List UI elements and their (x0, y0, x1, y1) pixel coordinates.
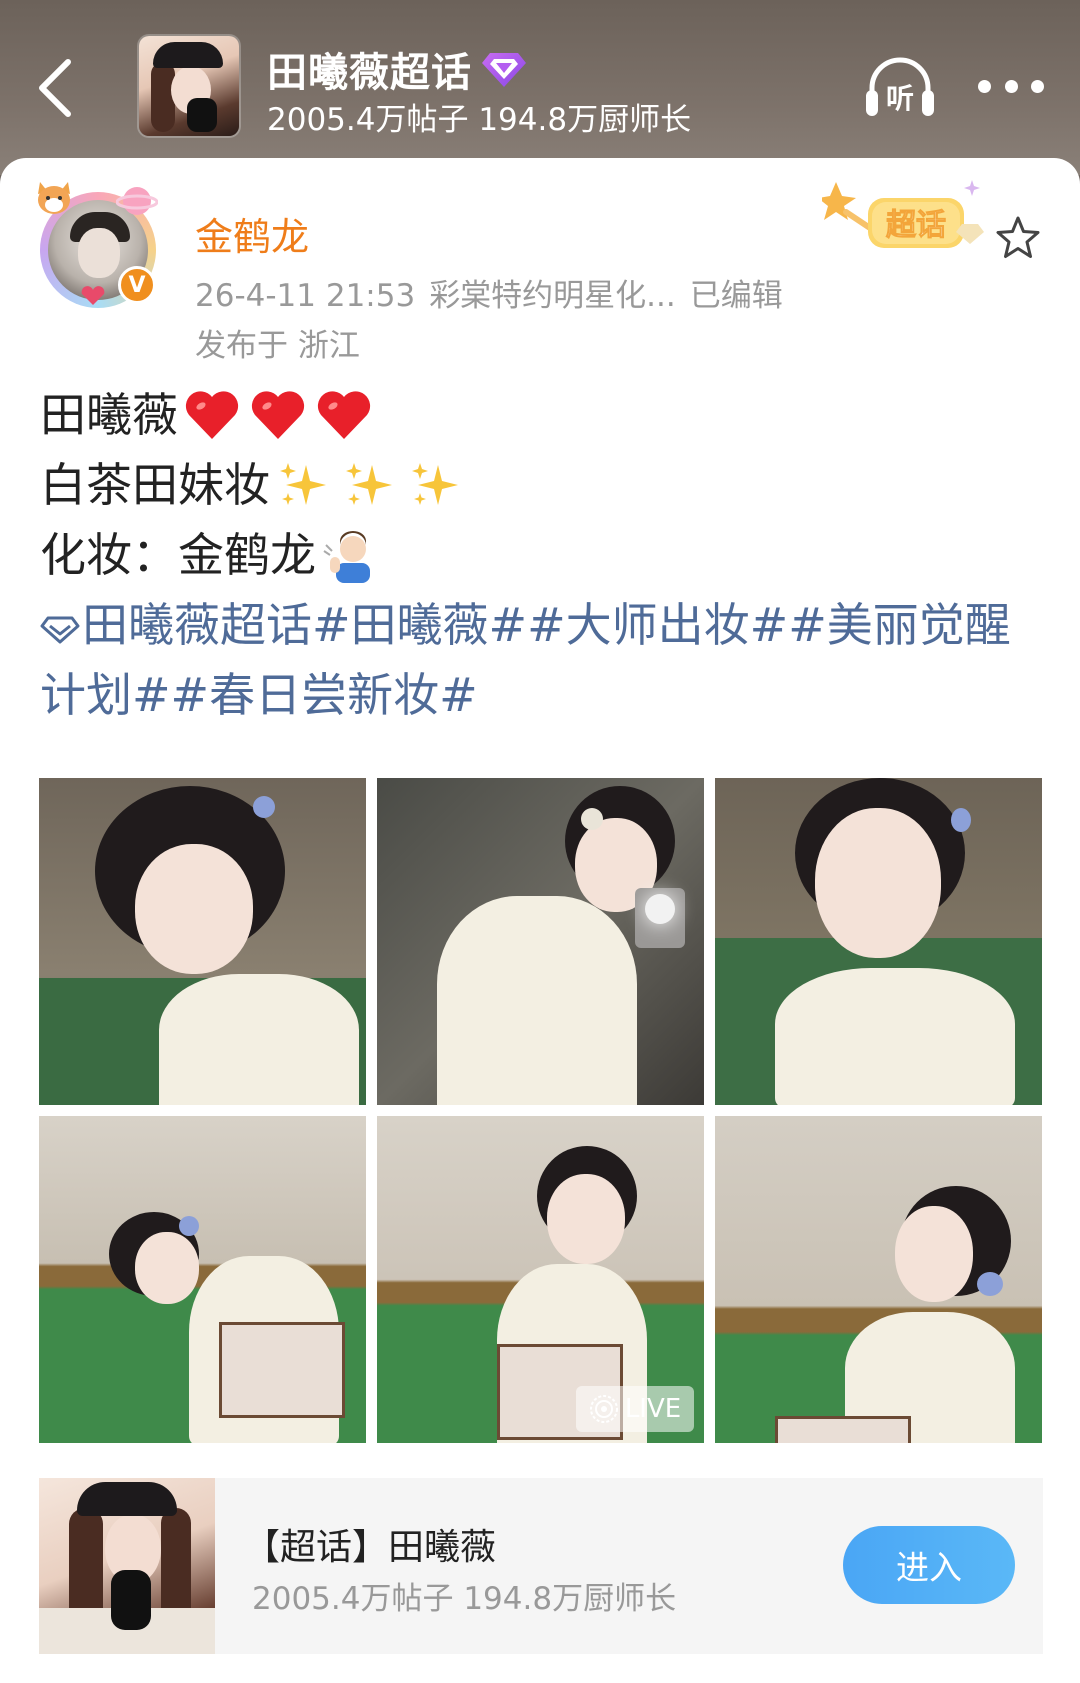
photo-5[interactable]: LIVE (377, 1116, 704, 1443)
supertopic-badge-icon: 超话 (822, 180, 984, 248)
photo-2[interactable] (377, 778, 704, 1105)
diamond-badge-icon (482, 53, 526, 87)
content-text-3: 化妆：金鹤龙 (40, 528, 316, 582)
supertopic-avatar[interactable] (139, 36, 239, 136)
supertopic-card-thumbnail (39, 1478, 215, 1654)
sparkles-emoji (280, 463, 326, 505)
live-photo-badge: LIVE (576, 1386, 694, 1432)
headphones-icon: 听 (866, 57, 934, 116)
more-button[interactable] (978, 66, 1044, 106)
author-avatar[interactable]: V (34, 178, 162, 308)
post-timestamp: 26-4-11 21:53 (195, 278, 416, 314)
post-card: V 金鹤龙 26-4-11 21:53 彩棠特约明星化... 已编辑 发布于 浙江 … (0, 158, 1080, 1683)
chevron-left-icon (39, 59, 71, 117)
dot (1004, 79, 1018, 93)
man-tipping-hand-emoji (323, 531, 370, 583)
red-heart-emoji (317, 391, 371, 439)
content-text-2: 白茶田妹妆 (40, 458, 270, 512)
author-name[interactable]: 金鹤龙 (195, 206, 309, 261)
heart-decoration-icon (81, 286, 105, 305)
supertopic-card-title: 【超话】田曦薇 (244, 1527, 497, 1568)
dot (978, 79, 991, 93)
sparkles-emoji (412, 463, 458, 505)
red-heart-emoji (251, 391, 305, 439)
live-label: LIVE (624, 1394, 682, 1424)
content-text-1: 田曦薇 (40, 388, 178, 442)
sparkles-row (276, 459, 474, 511)
topic-links: 田曦薇超话#田曦薇##大师出妆##美丽觉醒计划##春日尝新妆# (40, 590, 1040, 730)
photo-4[interactable] (39, 1116, 366, 1443)
content-line-3: 化妆：金鹤龙 (40, 520, 1040, 590)
supertopic-badge-label: 超话 (886, 208, 946, 243)
post-meta: 26-4-11 21:53 彩棠特约明星化... 已编辑 (195, 270, 783, 315)
sparkles-emoji (346, 463, 392, 505)
hearts-row (184, 389, 382, 441)
topic-link-supertopic[interactable]: 田曦薇超话 (82, 598, 312, 652)
topic-link-tianxiwei[interactable]: #田曦薇# (312, 598, 527, 652)
content-line-1: 田曦薇 (40, 380, 1040, 450)
topic-link-spring-makeup[interactable]: #春日尝新妆# (171, 668, 478, 722)
post-content: 田曦薇 白茶田妹妆 化妆：金鹤龙 田曦薇超话#田曦薇##大师出妆##美丽觉醒计划… (40, 380, 1040, 730)
star-outline-icon[interactable] (994, 214, 1042, 262)
content-line-2: 白茶田妹妆 (40, 450, 1040, 520)
dot (1031, 79, 1044, 93)
supertopic-card[interactable]: 【超话】田曦薇 2005.4万帖子 194.8万厨师长 进入 (39, 1478, 1043, 1654)
edited-label[interactable]: 已编辑 (690, 278, 783, 314)
photo-6[interactable] (715, 1116, 1042, 1443)
header-title-row: 田曦薇超话 (267, 40, 526, 98)
supertopic-card-stats: 2005.4万帖子 194.8万厨师长 (252, 1581, 677, 1617)
photo-3[interactable] (715, 778, 1042, 1105)
enter-button[interactable]: 进入 (843, 1526, 1015, 1604)
post-source[interactable]: 彩棠特约明星化... (429, 278, 676, 314)
listen-label: 听 (886, 82, 914, 115)
corgi-decoration-icon (38, 182, 70, 214)
diamond-outline-icon (40, 616, 80, 643)
back-button[interactable] (28, 52, 88, 122)
post-location: 发布于 浙江 (195, 328, 360, 364)
top-bar: 田曦薇超话 2005.4万帖子 194.8万厨师长 听 (0, 0, 1080, 175)
live-photo-icon (589, 1395, 618, 1423)
verified-badge: V (118, 266, 156, 304)
header-stats: 2005.4万帖子 194.8万厨师长 (267, 102, 692, 138)
topic-link-master-makeup[interactable]: #大师出妆# (527, 598, 788, 652)
photo-1[interactable] (39, 778, 366, 1105)
page-title: 田曦薇超话 (267, 50, 472, 96)
listen-button[interactable]: 听 (860, 52, 940, 122)
red-heart-emoji (185, 391, 239, 439)
planet-decoration-icon (116, 187, 158, 215)
